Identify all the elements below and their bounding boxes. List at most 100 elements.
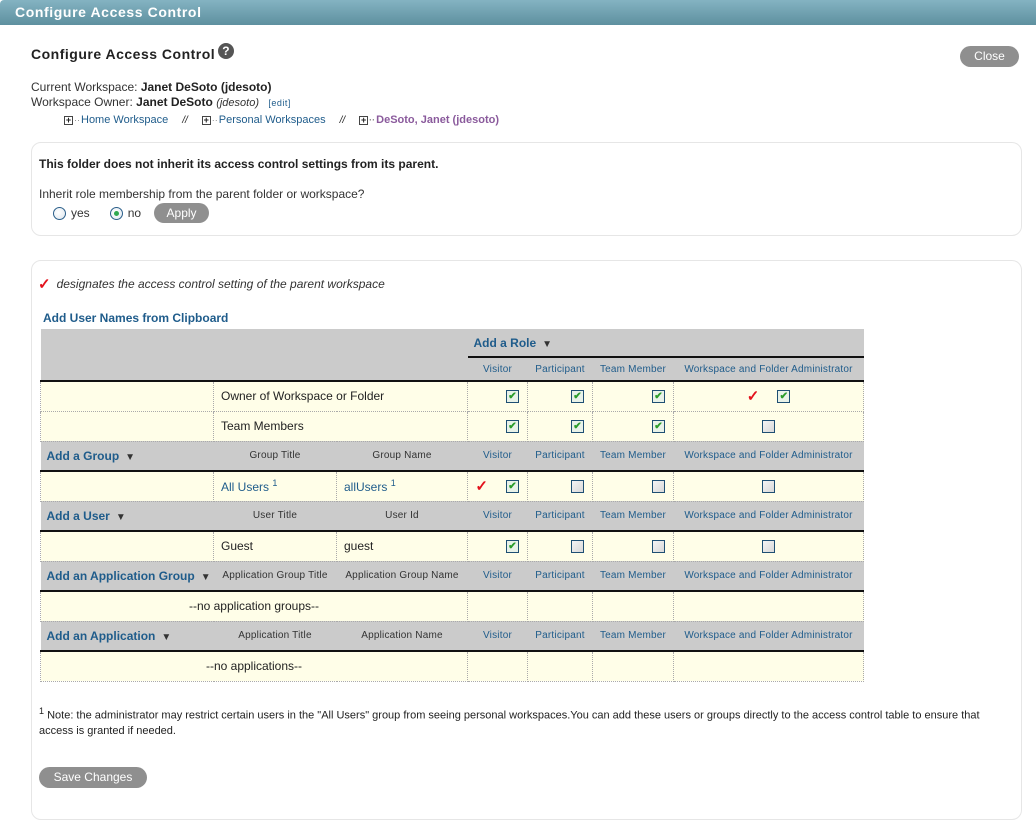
add-role-button[interactable]: Add a Role ▼ [467,329,864,358]
filter-icon[interactable]: ▼ [125,452,135,463]
inherit-status: This folder does not inherit its access … [39,157,439,171]
role-checkbox[interactable]: ✔ [506,540,519,554]
empty-cell [527,650,593,682]
filter-icon[interactable]: ▼ [116,512,126,523]
tree-dots: ·· [74,115,80,125]
table-row: Owner of Workspace or Folder ✔ ✔ ✔ ✓ ✔ [40,380,864,412]
apply-button[interactable]: Apply [154,203,210,223]
breadcrumb-home-workspace[interactable]: + ·· Home Workspace [64,114,168,126]
red-check-icon: ✓ [38,276,51,293]
role-checkbox[interactable] [762,480,775,494]
breadcrumb-separator: // [182,114,188,126]
access-control-table: Add a Role ▼ Visitor Participant Team Membe… [40,329,864,682]
role-checkbox[interactable]: ✔ [777,389,791,403]
empty-message: --no application groups-- [40,590,468,622]
title-column-header: Application Title [213,621,337,652]
role-cell [673,410,864,442]
title-column-header: Application Group Title [213,561,337,592]
radio-yes[interactable] [53,206,66,220]
role-checkbox[interactable]: ✔ [571,390,584,404]
radio-yes-label[interactable]: yes [71,206,90,220]
current-workspace: Current Workspace: Janet DeSoto (jdesoto… [31,80,272,94]
role-checkbox[interactable] [571,540,584,554]
role-column-header: Participant [527,501,593,532]
footnote-text: Note: the administrator may restrict cer… [39,709,980,737]
filter-icon[interactable]: ▼ [201,572,211,583]
entry-name-text[interactable]: allUsers [344,480,387,494]
close-button[interactable]: Close [960,46,1019,67]
role-member-label: Owner of Workspace or Folder [213,380,468,412]
parent-setting-check-icon: ✓ [475,478,488,496]
role-column-header: Team Member [592,441,674,472]
add-users-button[interactable]: Add a User ▼ [40,501,214,532]
filter-icon[interactable]: ▼ [161,632,171,643]
tree-dots: ·· [369,115,376,125]
entry-title[interactable]: All Users 1 [213,470,337,502]
edit-owner-link[interactable]: [edit] [268,98,291,108]
add-label: Add a Group [46,448,120,463]
entry-title: Guest [213,530,337,562]
role-checkbox[interactable] [762,420,775,434]
role-checkbox[interactable]: ✔ [652,420,665,434]
breadcrumb-separator: // [339,114,346,126]
role-cell [527,470,593,502]
save-changes-button[interactable]: Save Changes [39,767,147,788]
title-column-header: User Title [213,501,337,532]
role-checkbox[interactable]: ✔ [506,420,519,434]
entry-title-text[interactable]: All Users [221,480,269,494]
expand-plus-icon[interactable]: + [64,115,73,125]
breadcrumb-personal-workspaces[interactable]: + ·· Personal Workspaces [201,114,326,126]
add-label: Add an Application Group [46,568,195,583]
help-icon[interactable]: ? [218,43,235,59]
add-role-label: Add a Role [473,335,537,350]
filter-icon[interactable]: ▼ [542,339,552,350]
role-checkbox[interactable]: ✔ [571,420,584,434]
role-column-header: Visitor [467,561,528,592]
role-column-header: Team Member [592,357,674,382]
inherit-panel: This folder does not inherit its access … [31,142,1022,236]
entry-name: guest [336,530,468,562]
expand-plus-icon[interactable]: + [359,115,369,125]
role-checkbox[interactable]: ✔ [506,479,519,493]
role-column-header: Team Member [592,561,674,592]
table-row: Team Members ✔ ✔ ✔ [40,410,864,442]
breadcrumb-current-workspace[interactable]: + ·· DeSoto, Janet (jdesoto) [359,114,499,126]
parent-setting-check-icon: ✓ [746,388,760,406]
empty-cell [467,650,528,682]
row-spacer [40,380,214,412]
apps-header-row: Add an Application ▼ Application Title Ap… [40,621,864,652]
role-cell: ✔ [592,380,674,412]
add-label: Add an Application [46,628,156,643]
access-control-panel: ✓ designates the access control setting … [31,260,1022,820]
empty-cell [673,650,864,682]
role-checkbox[interactable] [571,480,584,494]
add-apps-button[interactable]: Add an Application ▼ [40,621,214,652]
role-cell [592,530,674,562]
name-column-header: Application Name [336,621,468,652]
expand-plus-icon[interactable]: + [201,115,211,125]
role-column-header: Workspace and Folder Administrator [673,561,864,592]
radio-no[interactable] [109,206,123,220]
app_groups-header-row: Add an Application Group ▼ Application Gr… [40,561,864,592]
role-cell: ✔ [467,380,528,412]
role-checkbox[interactable] [652,480,665,494]
role-checkbox[interactable]: ✔ [506,390,519,404]
role-checkbox[interactable] [762,540,775,554]
role-checkbox[interactable] [652,540,665,554]
current-workspace-value: Janet DeSoto (jdesoto) [140,80,272,94]
empty-cell [592,650,674,682]
add-app_groups-button[interactable]: Add an Application Group ▼ [40,561,214,592]
role-column-header: Team Member [592,621,674,652]
add-from-clipboard-link[interactable]: Add User Names from Clipboard [43,311,228,325]
window-title: Configure Access Control [15,4,202,20]
role-column-header: Visitor [467,501,528,532]
role-column-header: Workspace and Folder Administrator [673,501,864,532]
entry-name[interactable]: allUsers 1 [336,470,468,502]
role-checkbox[interactable]: ✔ [652,390,665,404]
role-cell [527,530,593,562]
table-row: Guest guest ✔ [40,530,864,562]
radio-no-label[interactable]: no [128,206,141,220]
role-column-header: Visitor [467,441,528,472]
add-groups-button[interactable]: Add a Group ▼ [40,441,214,472]
empty-cell [527,590,593,622]
